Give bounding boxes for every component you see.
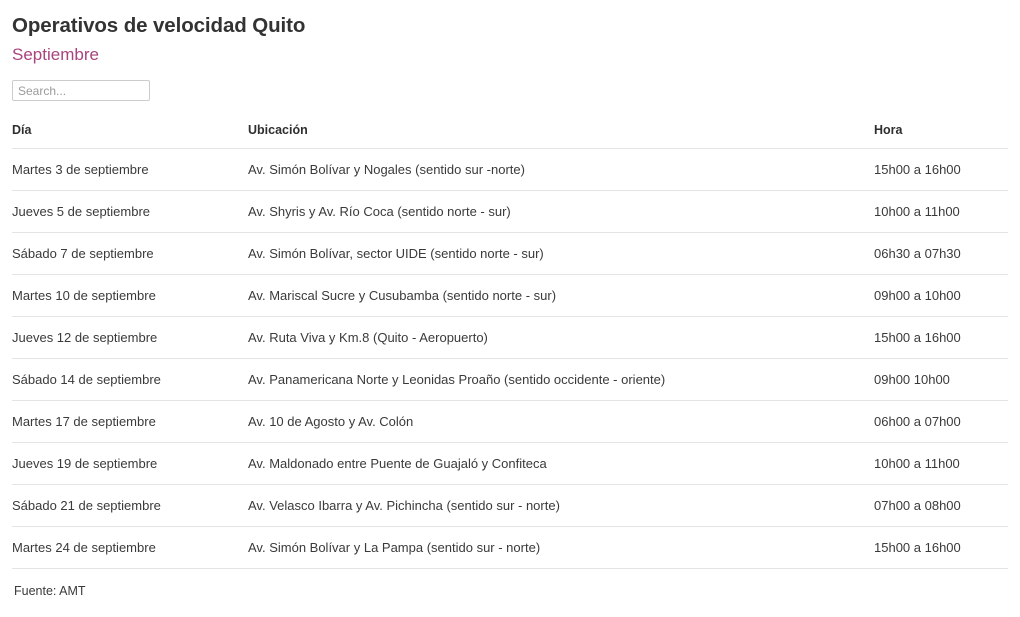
cell-ubicacion: Av. Simón Bolívar y Nogales (sentido sur… bbox=[248, 148, 874, 191]
cell-dia: Sábado 21 de septiembre bbox=[12, 484, 248, 527]
cell-dia: Martes 3 de septiembre bbox=[12, 148, 248, 191]
cell-dia: Martes 24 de septiembre bbox=[12, 526, 248, 569]
cell-ubicacion: Av. Panamericana Norte y Leonidas Proaño… bbox=[248, 358, 874, 401]
column-header-hora[interactable]: Hora bbox=[874, 123, 1008, 149]
cell-hora: 06h30 a 07h30 bbox=[874, 232, 1008, 275]
cell-ubicacion: Av. Shyris y Av. Río Coca (sentido norte… bbox=[248, 190, 874, 233]
cell-dia: Jueves 19 de septiembre bbox=[12, 442, 248, 485]
page-subtitle: Septiembre bbox=[12, 45, 99, 64]
cell-ubicacion: Av. Simón Bolívar y La Pampa (sentido su… bbox=[248, 526, 874, 569]
cell-hora: 06h00 a 07h00 bbox=[874, 400, 1008, 443]
page-title: Operativos de velocidad Quito bbox=[12, 14, 306, 37]
cell-dia: Sábado 14 de septiembre bbox=[12, 358, 248, 401]
table-row: Jueves 12 de septiembre Av. Ruta Viva y K… bbox=[12, 316, 1008, 359]
cell-hora: 15h00 a 16h00 bbox=[874, 148, 1008, 191]
table-row: Sábado 14 de septiembre Av. Panamericana … bbox=[12, 358, 1008, 401]
operativos-table: Día Ubicación Hora Martes 3 de septiembr… bbox=[12, 123, 1008, 569]
cell-dia: Martes 10 de septiembre bbox=[12, 274, 248, 317]
cell-ubicacion: Av. Simón Bolívar, sector UIDE (sentido … bbox=[248, 232, 874, 275]
cell-dia: Martes 17 de septiembre bbox=[12, 400, 248, 443]
table-row: Martes 24 de septiembre Av. Simón Bolívar… bbox=[12, 526, 1008, 569]
cell-hora: 09h00 10h00 bbox=[874, 358, 1008, 401]
table-container: Día Ubicación Hora Martes 3 de septiembr… bbox=[12, 101, 1008, 569]
cell-dia: Jueves 5 de septiembre bbox=[12, 190, 248, 233]
cell-hora: 09h00 a 10h00 bbox=[874, 274, 1008, 317]
cell-ubicacion: Av. Maldonado entre Puente de Guajaló y … bbox=[248, 442, 874, 485]
table-row: Jueves 19 de septiembre Av. Maldonado ent… bbox=[12, 442, 1008, 485]
cell-hora: 10h00 a 11h00 bbox=[874, 442, 1008, 485]
search-container bbox=[12, 66, 1008, 101]
table-header: Día Ubicación Hora bbox=[12, 123, 1008, 149]
table-body: Martes 3 de septiembre Av. Simón Bolívar … bbox=[12, 148, 1008, 569]
table-row: Sábado 21 de septiembre Av. Velasco Ibarr… bbox=[12, 484, 1008, 527]
table-header-row: Día Ubicación Hora bbox=[12, 123, 1008, 149]
table-row: Martes 17 de septiembre Av. 10 de Agosto … bbox=[12, 400, 1008, 443]
cell-hora: 15h00 a 16h00 bbox=[874, 316, 1008, 359]
cell-hora: 10h00 a 11h00 bbox=[874, 190, 1008, 233]
cell-ubicacion: Av. Mariscal Sucre y Cusubamba (sentido … bbox=[248, 274, 874, 317]
table-row: Sábado 7 de septiembre Av. Simón Bolívar,… bbox=[12, 232, 1008, 275]
cell-ubicacion: Av. 10 de Agosto y Av. Colón bbox=[248, 400, 874, 443]
cell-dia: Sábado 7 de septiembre bbox=[12, 232, 248, 275]
cell-dia: Jueves 12 de septiembre bbox=[12, 316, 248, 359]
cell-hora: 07h00 a 08h00 bbox=[874, 484, 1008, 527]
source-note: Fuente: AMT bbox=[14, 584, 86, 598]
column-header-ubicacion[interactable]: Ubicación bbox=[248, 123, 874, 149]
table-row: Martes 3 de septiembre Av. Simón Bolívar … bbox=[12, 148, 1008, 191]
column-header-dia[interactable]: Día bbox=[12, 123, 248, 149]
page-root: Operativos de velocidad Quito Septiembre… bbox=[0, 0, 1020, 617]
cell-ubicacion: Av. Ruta Viva y Km.8 (Quito - Aeropuerto… bbox=[248, 316, 874, 359]
cell-hora: 15h00 a 16h00 bbox=[874, 526, 1008, 569]
table-row: Jueves 5 de septiembre Av. Shyris y Av. R… bbox=[12, 190, 1008, 233]
cell-ubicacion: Av. Velasco Ibarra y Av. Pichincha (sent… bbox=[248, 484, 874, 527]
search-input[interactable] bbox=[12, 80, 150, 101]
table-row: Martes 10 de septiembre Av. Mariscal Sucr… bbox=[12, 274, 1008, 317]
